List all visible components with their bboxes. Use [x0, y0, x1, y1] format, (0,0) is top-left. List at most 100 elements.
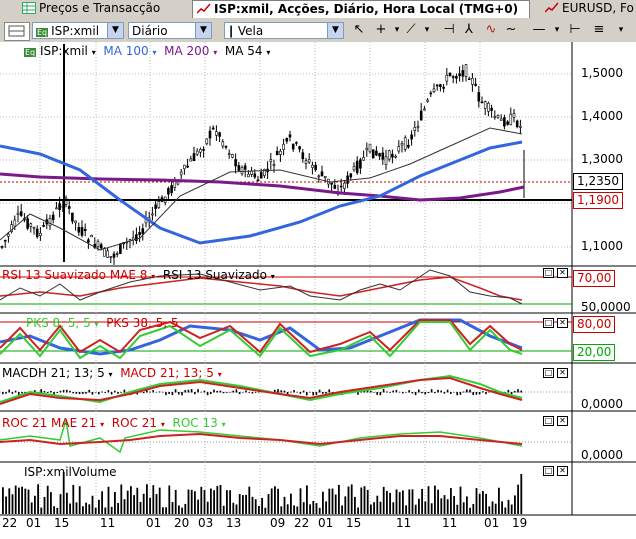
volume-bar [75, 502, 78, 514]
macdh-bar [72, 392, 74, 394]
macdh-label[interactable]: MACDH 21; 13; 5 [2, 366, 105, 380]
candle-body [333, 184, 337, 189]
volume-bar [482, 491, 484, 514]
chevron-down-icon[interactable]: ▾ [152, 48, 156, 57]
chevron-down-icon[interactable]: ▾ [109, 370, 113, 379]
candle-body [157, 201, 161, 208]
volume-bar [283, 496, 286, 514]
macdh-bar [245, 390, 247, 393]
candle-body [48, 218, 52, 227]
roc13-label[interactable]: ROC 13 [173, 416, 218, 430]
macdh-bar [299, 392, 302, 394]
volume-bar [261, 497, 263, 514]
chevron-down-icon[interactable]: ▾ [151, 272, 155, 281]
macdh-bar [325, 392, 327, 394]
volume-bar [107, 486, 110, 514]
rsi-upper-label: 70,00 [573, 270, 616, 287]
ma100-label[interactable]: MA 100 [103, 44, 148, 58]
chevron-down-icon[interactable]: ▾ [95, 320, 99, 329]
candle-body [483, 101, 487, 109]
candle-body [298, 146, 301, 150]
maximize-icon[interactable]: □ [543, 466, 554, 476]
macdh-bar [62, 389, 65, 393]
chevron-down-icon[interactable]: ▾ [92, 48, 96, 57]
macdh-bar [232, 390, 234, 393]
candle-body [371, 149, 375, 159]
macdh-bar [117, 392, 119, 394]
volume-bar [222, 505, 225, 514]
close-icon[interactable]: ✕ [557, 416, 568, 426]
candle-body [496, 114, 500, 118]
rsi-label[interactable]: RSI 13 Suavizado [163, 268, 267, 282]
candle-body [208, 130, 212, 139]
volume-bar [91, 495, 94, 514]
macdh-bar [485, 392, 487, 395]
volume-bar [5, 496, 7, 514]
volume-bar [14, 485, 17, 514]
volume-bar [376, 495, 379, 514]
y-tick: 1,1000 [581, 239, 623, 253]
close-icon[interactable]: ✕ [557, 368, 568, 378]
chevron-down-icon[interactable]: ▾ [271, 272, 275, 281]
macd-label[interactable]: MACD 21; 13; 5 [120, 366, 214, 380]
candle-body [362, 156, 365, 161]
macdh-bar [254, 392, 257, 393]
pks-upper-label: 80,00 [573, 316, 616, 333]
candle-body [71, 212, 74, 222]
volume-bar [280, 506, 283, 514]
rsi-legend: RSI 13 Suavizado MAE 8 ▾ RSI 13 Suavizad… [2, 268, 275, 282]
macdh-bar [238, 392, 241, 395]
close-icon[interactable]: ✕ [557, 318, 568, 328]
volume-bar [296, 506, 299, 514]
maximize-icon[interactable]: □ [543, 416, 554, 426]
maximize-icon[interactable]: □ [543, 368, 554, 378]
macdh-bar [302, 390, 305, 393]
chevron-down-icon[interactable]: ▾ [161, 420, 165, 429]
maximize-icon[interactable]: □ [543, 318, 554, 328]
volume-bar [229, 490, 231, 514]
candle-body [7, 233, 10, 237]
maximize-icon[interactable]: □ [543, 268, 554, 278]
volume-bar [370, 504, 372, 514]
rsi-mae-label[interactable]: RSI 13 Suavizado MAE 8 [2, 268, 147, 282]
macdh-bar [11, 392, 14, 394]
close-icon[interactable]: ✕ [557, 268, 568, 278]
chevron-down-icon[interactable]: ▾ [213, 48, 217, 57]
ma200-label[interactable]: MA 200 [164, 44, 209, 58]
x-tick: 01 [26, 516, 42, 530]
macdh-bar [395, 389, 398, 393]
volume-bar [418, 498, 420, 514]
main-symbol-label[interactable]: ISP:xmil [40, 44, 88, 58]
candle-body [119, 243, 122, 254]
macdh-bar [229, 391, 231, 393]
chevron-down-icon[interactable]: ▾ [266, 48, 270, 57]
macdh-bar [402, 392, 404, 394]
macdh-bar [219, 390, 222, 393]
ma54-label[interactable]: MA 54 [225, 44, 263, 58]
chevron-down-icon[interactable]: ▾ [222, 420, 226, 429]
candle-body [42, 225, 45, 227]
volume-bar [341, 505, 343, 514]
chevron-down-icon[interactable]: ▾ [218, 370, 222, 379]
macdh-bar [296, 391, 298, 393]
candle-body [237, 165, 241, 171]
pks-fast-label[interactable]: PKS 8, 5, 5 [26, 316, 91, 330]
roc21-label[interactable]: ROC 21 [112, 416, 157, 430]
volume-bar [235, 504, 238, 514]
volume-bar [46, 485, 49, 514]
pks-slow-label[interactable]: PKS 38, 5, 5 [106, 316, 178, 330]
candle-body [439, 84, 442, 87]
candle-body [0, 246, 4, 248]
candle-body [227, 153, 231, 155]
volume-bar [101, 491, 103, 514]
macdh-bar [120, 392, 122, 393]
macdh-bar [69, 390, 71, 393]
close-icon[interactable]: ✕ [557, 466, 568, 476]
chevron-down-icon[interactable]: ▾ [100, 420, 104, 429]
volume-bar [69, 503, 71, 514]
candle-body [55, 207, 58, 210]
roc-mae-label[interactable]: ROC 21 MAE 21 [2, 416, 96, 430]
volume-legend[interactable]: ISP:xmilVolume [24, 465, 117, 479]
volume-bar [267, 494, 270, 514]
volume-bar [104, 507, 107, 514]
